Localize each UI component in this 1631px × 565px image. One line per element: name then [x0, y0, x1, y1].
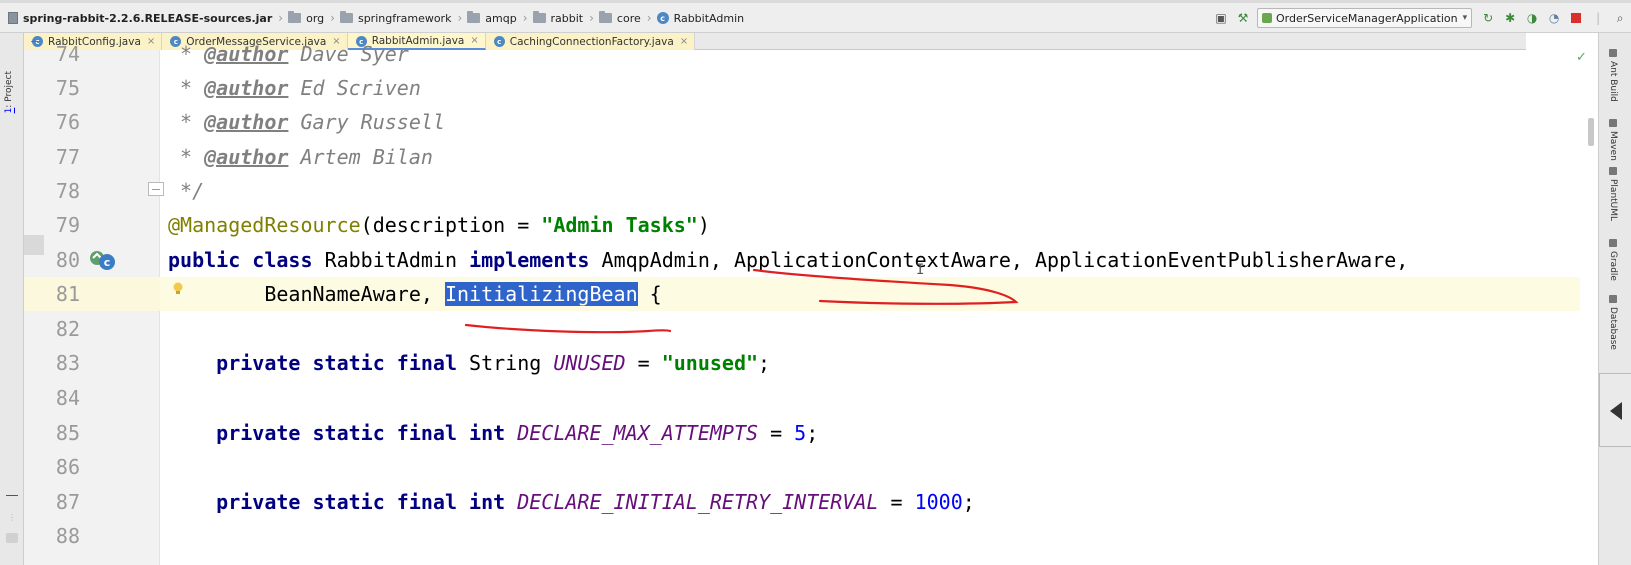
- breadcrumb-item-core[interactable]: core: [598, 11, 641, 25]
- code-line-75: * @author Ed Scriven: [168, 76, 421, 100]
- line-number: 77: [55, 145, 80, 169]
- jar-icon: [8, 12, 18, 24]
- breadcrumb-separator: ›: [646, 11, 652, 25]
- ant-icon: [1609, 49, 1617, 57]
- breadcrumb-item-org[interactable]: org: [288, 11, 324, 25]
- line-number: 78: [55, 179, 80, 203]
- breadcrumb-item-amqp[interactable]: amqp: [467, 11, 517, 25]
- breadcrumb-item-rabbitadmin[interactable]: c RabbitAdmin: [656, 12, 744, 25]
- breadcrumb-separator: ›: [330, 11, 335, 25]
- search-icon[interactable]: ⌕: [1612, 10, 1628, 26]
- spring-boot-icon: [1262, 13, 1272, 23]
- close-icon[interactable]: ×: [470, 35, 478, 46]
- main-toolbar: ▣ ⚒ OrderServiceManagerApplication ▾ ↻ ✱…: [1213, 8, 1631, 28]
- line-number: 76: [55, 110, 80, 134]
- project-tool-window-button[interactable]: 1: Project: [4, 71, 14, 113]
- folder-icon: [288, 11, 302, 23]
- implemented-interface-icon[interactable]: c: [88, 248, 118, 272]
- gradle-icon: [1609, 239, 1617, 247]
- editor-scrollbar-thumb[interactable]: [1588, 118, 1594, 146]
- code-line-87: private static final int DECLARE_INITIAL…: [216, 490, 975, 514]
- close-icon[interactable]: ×: [147, 36, 155, 47]
- close-icon[interactable]: ×: [680, 36, 688, 47]
- maven-icon: [1609, 119, 1617, 127]
- ant-build-tool-button[interactable]: Ant Build: [1608, 49, 1618, 102]
- code-line-76: * @author Gary Russell: [168, 110, 445, 134]
- gradle-tool-button[interactable]: Gradle: [1608, 239, 1618, 281]
- selected-text[interactable]: InitializingBean: [444, 282, 638, 306]
- line-number: 79: [55, 213, 80, 237]
- debug-icon[interactable]: ✱: [1502, 10, 1518, 26]
- left-tool-window-strip: 1: Project ⋮: [0, 33, 24, 565]
- maven-tool-button[interactable]: Maven: [1608, 119, 1618, 161]
- coverage-icon[interactable]: ◑: [1524, 10, 1540, 26]
- breadcrumb-separator: ›: [278, 11, 284, 25]
- line-number: 86: [55, 455, 80, 479]
- plantuml-icon: [1609, 167, 1617, 175]
- collapse-icon[interactable]: [6, 495, 18, 496]
- line-number: 88: [55, 524, 80, 548]
- class-icon: c: [656, 12, 669, 24]
- hammer-icon[interactable]: ⚒: [1235, 10, 1251, 26]
- line-number: 82: [55, 317, 80, 341]
- rerun-icon[interactable]: ↻: [1480, 10, 1496, 26]
- navigation-bar: spring-rabbit-2.2.6.RELEASE-sources.jar …: [0, 0, 1631, 33]
- plantuml-tool-button[interactable]: PlantUML: [1608, 167, 1618, 221]
- code-line-81: BeanNameAware, InitializingBean {: [264, 282, 662, 306]
- breadcrumb-separator: ›: [522, 11, 528, 25]
- code-line-80: public class RabbitAdmin implements Amqp…: [168, 248, 1409, 272]
- tab-cachingconnectionfactory[interactable]: c CachingConnectionFactory.java ×: [485, 33, 696, 50]
- right-tool-window-strip: Ant Build Maven PlantUML Gradle Database: [1598, 33, 1631, 565]
- mouse-text-cursor: I: [916, 262, 925, 278]
- code-line-85: private static final int DECLARE_MAX_ATT…: [216, 421, 819, 445]
- fold-icon[interactable]: [148, 182, 164, 196]
- breadcrumb-item-springframework[interactable]: springframework: [339, 11, 451, 25]
- code-line-79: @ManagedResource(description = "Admin Ta…: [168, 213, 710, 237]
- separator: |: [1596, 11, 1601, 25]
- dots-icon: ⋮: [8, 513, 16, 522]
- layout-icon[interactable]: ▣: [1213, 10, 1229, 26]
- database-icon: [1609, 295, 1617, 303]
- line-number: 80: [55, 248, 80, 272]
- breadcrumb-separator: ›: [589, 11, 594, 25]
- line-number: 85: [55, 421, 80, 445]
- breadcrumb-item-rabbit[interactable]: rabbit: [532, 11, 583, 25]
- line-number: 83: [55, 351, 80, 375]
- stop-icon[interactable]: [1568, 10, 1584, 26]
- inspection-ok-icon[interactable]: ✓: [1576, 50, 1587, 65]
- class-icon: c: [493, 36, 505, 47]
- code-line-78: */: [168, 179, 205, 203]
- code-line-77: * @author Artem Bilan: [168, 145, 433, 169]
- breadcrumb-item-jar[interactable]: spring-rabbit-2.2.6.RELEASE-sources.jar: [8, 12, 272, 25]
- collapse-panel-arrow[interactable]: [1599, 373, 1631, 447]
- folder-icon: [598, 11, 612, 23]
- line-number: 84: [55, 386, 80, 410]
- run-configuration-select[interactable]: OrderServiceManagerApplication ▾: [1257, 8, 1473, 28]
- line-number: 87: [55, 490, 80, 514]
- line-number: 74: [55, 42, 80, 66]
- code-line-83: private static final String UNUSED = "un…: [216, 351, 771, 375]
- folder-icon: [339, 11, 353, 23]
- svg-text:c: c: [104, 256, 111, 269]
- folder-icon: [532, 11, 546, 23]
- breadcrumb-separator: ›: [457, 11, 463, 25]
- breadcrumb: spring-rabbit-2.2.6.RELEASE-sources.jar …: [8, 9, 748, 27]
- chevron-down-icon: ▾: [1462, 13, 1468, 23]
- line-number: 81: [55, 282, 80, 306]
- line-number: 75: [55, 76, 80, 100]
- code-line-74: * @author Dave Syer: [168, 42, 409, 66]
- structure-icon[interactable]: [6, 533, 18, 543]
- folder-icon: [467, 11, 481, 23]
- profile-icon[interactable]: ◔: [1546, 10, 1562, 26]
- database-tool-button[interactable]: Database: [1608, 295, 1618, 350]
- window-top-strip: [0, 0, 1631, 3]
